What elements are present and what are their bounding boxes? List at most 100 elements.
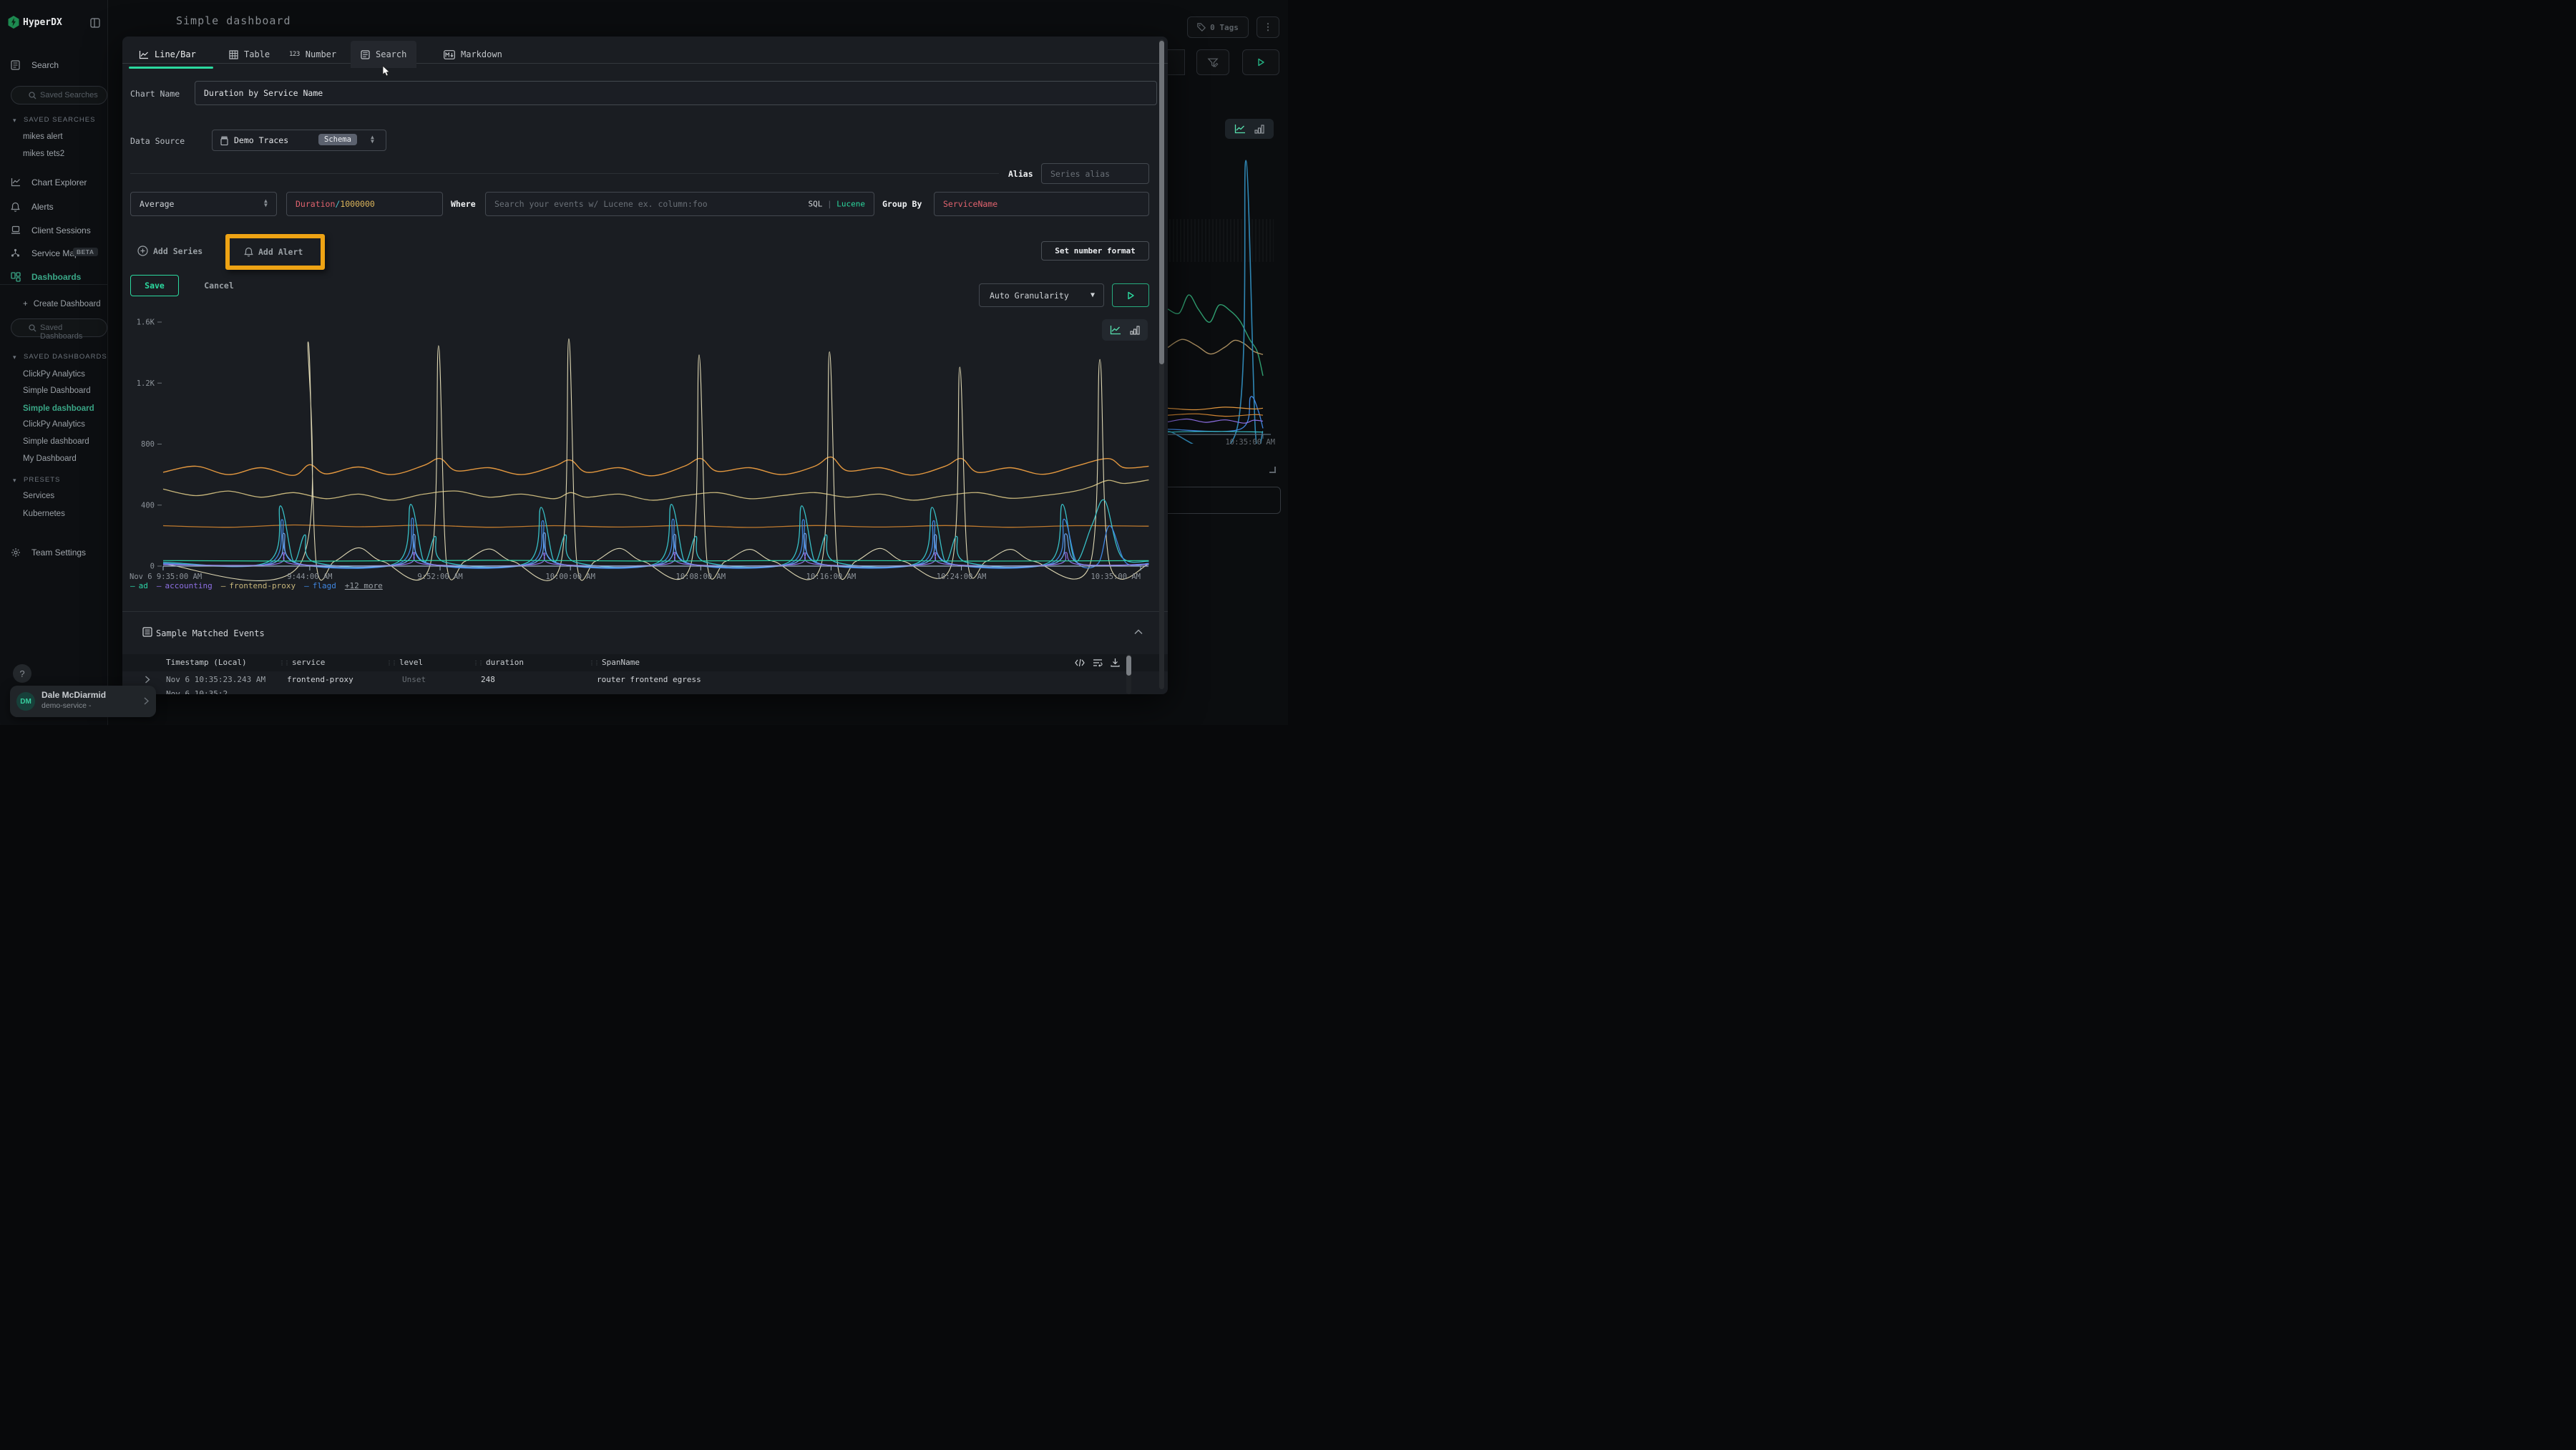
- saved-search-item[interactable]: mikes alert: [23, 132, 63, 141]
- background-x-axis-label: 10:35:00 AM: [1188, 438, 1275, 447]
- sidebar-item-service-map[interactable]: Service Map BETA: [0, 247, 108, 261]
- sidebar-item-client-sessions[interactable]: Client Sessions: [0, 224, 108, 238]
- where-search-input[interactable]: Search your events w/ Lucene ex. column:…: [485, 192, 874, 216]
- dashboard-item[interactable]: Simple dashboard: [23, 437, 89, 446]
- column-header-spanname[interactable]: ⋮⋮SpanName: [589, 658, 640, 667]
- chevron-down-icon: ▾: [13, 354, 17, 361]
- duration-by-service-chart[interactable]: Nov 6 9:35:00 AM9:44:00 AM9:52:00 AM10:0…: [126, 315, 1156, 601]
- svg-text:10:16:00 AM: 10:16:00 AM: [806, 573, 857, 581]
- tags-button[interactable]: 0 Tags: [1187, 16, 1249, 38]
- saved-searches-header[interactable]: ▾ SAVED SEARCHES: [24, 116, 95, 124]
- collapse-chevron-icon[interactable]: [1134, 629, 1143, 635]
- tag-icon: [1197, 23, 1206, 31]
- drag-handle-icon[interactable]: ⋮⋮: [279, 660, 289, 666]
- sidebar-item-team-settings[interactable]: Team Settings: [0, 546, 108, 560]
- tile-resize-handle[interactable]: [1269, 467, 1276, 473]
- events-scrollbar-thumb[interactable]: [1126, 656, 1131, 676]
- data-source-select[interactable]: Demo Traces Schema ▲▼: [212, 130, 386, 151]
- dashboards-icon: [11, 272, 21, 282]
- lucene-mode-toggle[interactable]: Lucene: [836, 200, 865, 209]
- laptop-icon: [11, 225, 21, 235]
- tab-markdown[interactable]: Markdown: [434, 41, 512, 68]
- dashboard-item[interactable]: My Dashboard: [23, 454, 77, 463]
- drag-handle-icon[interactable]: ⋮⋮: [589, 660, 599, 666]
- filter-button[interactable]: [1196, 49, 1229, 75]
- dashboard-item-active[interactable]: Simple dashboard: [23, 404, 94, 413]
- database-icon: [220, 136, 229, 146]
- collapse-sidebar-icon[interactable]: [90, 18, 100, 28]
- dashboard-item[interactable]: Simple Dashboard: [23, 386, 91, 395]
- column-header-timestamp[interactable]: Timestamp (Local): [166, 658, 247, 667]
- tab-number[interactable]: 123 Number: [279, 41, 346, 68]
- drag-handle-icon[interactable]: ⋮⋮: [386, 660, 396, 666]
- download-icon[interactable]: [1111, 658, 1120, 667]
- saved-searches-input[interactable]: Saved Searches: [11, 86, 107, 104]
- avatar: DM: [16, 692, 35, 711]
- tab-search[interactable]: Search: [351, 41, 416, 68]
- cancel-button[interactable]: Cancel: [194, 275, 244, 296]
- tags-label: 0 Tags: [1210, 23, 1239, 32]
- search-logs-icon: [11, 60, 20, 70]
- column-header-duration[interactable]: ⋮⋮duration: [473, 658, 524, 667]
- saved-dashboards-input[interactable]: Saved Dashboards: [11, 318, 107, 337]
- edit-chart-modal: Line/Bar Table 123 Number Search Markdow…: [122, 37, 1168, 694]
- number-123-icon: 123: [289, 51, 300, 58]
- legend-swatch: —: [221, 581, 226, 590]
- preset-item[interactable]: Kubernetes: [23, 510, 65, 518]
- run-chart-button[interactable]: [1112, 283, 1149, 307]
- add-alert-button[interactable]: Add Alert: [244, 247, 303, 257]
- group-by-input[interactable]: ServiceName: [934, 192, 1149, 216]
- legend-more-link[interactable]: +12 more: [345, 581, 383, 590]
- set-number-format-button[interactable]: Set number format: [1041, 241, 1149, 261]
- bell-icon: [244, 247, 253, 257]
- aggregation-select[interactable]: Average ▲▼: [130, 192, 277, 216]
- code-icon[interactable]: [1075, 658, 1085, 667]
- modal-scrollbar-thumb[interactable]: [1159, 41, 1164, 364]
- saved-search-item[interactable]: mikes tets2: [23, 150, 64, 158]
- expression-input[interactable]: Duration/1000000: [286, 192, 443, 216]
- series-divider: [130, 173, 999, 174]
- chevron-down-icon: ▾: [13, 477, 17, 485]
- alias-input[interactable]: Series alias: [1041, 163, 1149, 184]
- save-button[interactable]: Save: [130, 275, 179, 296]
- sidebar-item-chart-explorer[interactable]: Chart Explorer: [0, 176, 108, 190]
- kebab-menu-button[interactable]: ⋮: [1257, 16, 1279, 38]
- sql-mode-toggle[interactable]: SQL: [809, 200, 823, 209]
- hyperdx-logo-icon: [8, 16, 19, 29]
- add-series-button[interactable]: Add Series: [137, 245, 203, 256]
- drag-handle-icon[interactable]: ⋮⋮: [473, 660, 483, 666]
- brand-name[interactable]: HyperDX: [23, 17, 62, 28]
- run-query-button[interactable]: [1242, 49, 1279, 75]
- sidebar-item-alerts[interactable]: Alerts: [0, 200, 108, 215]
- event-list-icon: [142, 627, 152, 637]
- line-chart-icon: [1234, 124, 1246, 134]
- user-name: Dale McDiarmid: [42, 690, 106, 700]
- gear-icon: [11, 548, 21, 558]
- preset-item[interactable]: Services: [23, 492, 54, 500]
- tab-line-bar[interactable]: Line/Bar: [129, 41, 206, 68]
- granularity-select[interactable]: Auto Granularity ▼: [979, 283, 1104, 307]
- active-tab-underline: [129, 67, 213, 69]
- sidebar-item-search[interactable]: Search: [0, 59, 108, 73]
- background-chart-type-toggle[interactable]: [1225, 119, 1274, 139]
- user-menu[interactable]: DM Dale McDiarmid demo-service -: [10, 686, 156, 717]
- expression-field: Duration: [296, 199, 335, 209]
- sidebar-item-dashboards[interactable]: Dashboards: [0, 271, 108, 285]
- search-icon: [29, 92, 36, 99]
- column-header-level[interactable]: ⋮⋮level: [386, 658, 423, 667]
- service-map-icon: [11, 248, 20, 258]
- svg-text:0: 0: [150, 563, 155, 571]
- dashboard-item[interactable]: ClickPy Analytics: [23, 370, 85, 379]
- chevron-down-icon: ▼: [1091, 291, 1095, 299]
- wrap-text-icon[interactable]: [1093, 658, 1103, 667]
- chart-name-input[interactable]: Duration by Service Name: [195, 81, 1157, 105]
- column-header-service[interactable]: ⋮⋮service: [279, 658, 325, 667]
- help-button[interactable]: ?: [13, 664, 31, 683]
- saved-dashboards-header[interactable]: ▾ SAVED DASHBOARDS: [24, 353, 107, 361]
- sidebar-divider: [0, 284, 108, 285]
- presets-header[interactable]: ▾ PRESETS: [24, 476, 60, 484]
- expand-chevron-icon[interactable]: [145, 676, 150, 683]
- dashboard-item[interactable]: ClickPy Analytics: [23, 420, 85, 429]
- create-dashboard-button[interactable]: +Create Dashboard: [23, 300, 101, 308]
- tab-table[interactable]: Table: [219, 41, 280, 68]
